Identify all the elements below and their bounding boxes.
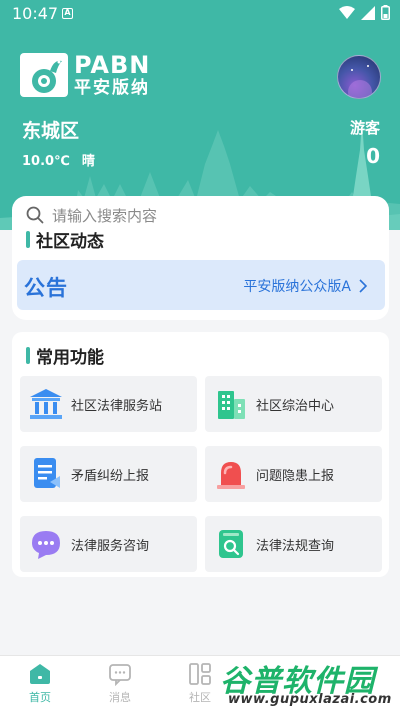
chevron-right-icon (359, 279, 367, 293)
search-input[interactable]: 请输入搜索内容 (26, 204, 157, 226)
weather-info: 10.0℃ 晴 (22, 150, 95, 169)
avatar-image-icon (348, 65, 372, 98)
function-label: 法律服务咨询 (71, 538, 150, 554)
functions-section-title: 常用功能 (26, 343, 104, 368)
brand-name-en: PABN (74, 51, 151, 79)
temperature: 10.0℃ (22, 154, 70, 169)
notice-link-text: 平安版纳公众版A (243, 279, 351, 295)
nav-home-label: 首页 (29, 691, 51, 704)
courthouse-icon (30, 389, 62, 419)
battery-icon (381, 5, 390, 20)
function-label: 法律法规查询 (256, 538, 335, 554)
section-accent-bar (26, 231, 30, 248)
notice-banner[interactable]: 公告 平安版纳公众版A (17, 260, 385, 310)
function-legal-service-station[interactable]: 社区法律服务站 (20, 376, 197, 432)
home-icon (30, 664, 50, 684)
site-watermark: 谷普软件园 www.gupuxlazai.com (220, 656, 396, 711)
wifi-icon (339, 5, 355, 19)
function-label: 问题隐患上报 (256, 468, 335, 484)
user-avatar[interactable] (337, 55, 381, 99)
nav-community-label: 社区 (189, 691, 211, 704)
nav-messages-label: 消息 (109, 691, 131, 704)
section-accent-bar (26, 347, 30, 364)
function-label: 社区综治中心 (256, 398, 335, 414)
community-card: 请输入搜索内容 社区动态 公告 平安版纳公众版A (12, 196, 389, 320)
function-dispute-report[interactable]: 矛盾纠纷上报 (20, 446, 197, 502)
search-icon (26, 206, 44, 224)
user-count: 0 (366, 144, 380, 168)
notice-tag: 公告 (24, 276, 68, 300)
weather-condition: 晴 (81, 154, 95, 169)
community-grid-icon (189, 663, 211, 685)
nav-messages[interactable]: 消息 (90, 662, 150, 705)
district-name: 东城区 (22, 120, 80, 142)
notice-link[interactable]: 平安版纳公众版A (243, 276, 367, 296)
system-icons (339, 5, 390, 20)
nav-home[interactable]: 首页 (10, 662, 70, 705)
peacock-logo-icon (20, 53, 68, 97)
community-section-title: 社区动态 (26, 227, 104, 252)
message-icon (109, 664, 131, 686)
brand-name-cn: 平安版纳 (74, 78, 150, 98)
function-hazard-report[interactable]: 问题隐患上报 (205, 446, 382, 502)
app-logo: PABN 平安版纳 (20, 52, 150, 98)
function-governance-center[interactable]: 社区综治中心 (205, 376, 382, 432)
alarm-siren-icon (217, 462, 245, 489)
function-law-query[interactable]: 法律法规查询 (205, 516, 382, 572)
search-book-icon (219, 530, 243, 558)
document-report-icon (34, 458, 60, 488)
search-placeholder: 请输入搜索内容 (52, 206, 158, 225)
functions-title-text: 常用功能 (36, 348, 104, 368)
functions-card: 常用功能 社区法律服务站 社区综治中心 矛盾纠纷上报 问题隐患上报 法律服务咨询… (12, 332, 389, 577)
user-role: 游客 (349, 119, 380, 137)
function-label: 矛盾纠纷上报 (71, 468, 150, 484)
building-icon (218, 391, 245, 419)
status-time: 10:47 (12, 4, 59, 23)
signal-icon (361, 5, 375, 20)
chat-bubble-icon (32, 531, 60, 559)
function-legal-consult[interactable]: 法律服务咨询 (20, 516, 197, 572)
community-title-text: 社区动态 (36, 232, 104, 252)
watermark-url: www.gupuxlazai.com (228, 692, 392, 707)
status-bar: 10:47 A (0, 0, 400, 28)
function-label: 社区法律服务站 (71, 398, 163, 414)
functions-grid: 社区法律服务站 社区综治中心 矛盾纠纷上报 问题隐患上报 法律服务咨询 法律法规… (20, 376, 382, 572)
notification-a-icon: A (62, 8, 73, 19)
